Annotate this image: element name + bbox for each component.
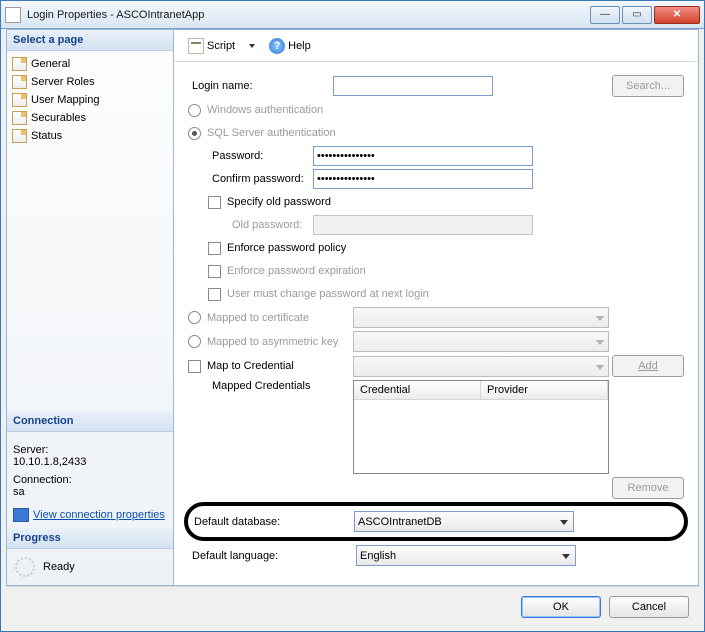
view-connection-properties-link[interactable]: View connection properties: [13, 508, 167, 522]
windows-auth-label: Windows authentication: [207, 104, 323, 116]
page-icon: [12, 129, 27, 143]
dialog-window: Login Properties - ASCOIntranetApp — ▭ ✕…: [0, 0, 705, 632]
script-label: Script: [207, 40, 235, 52]
confirm-password-label: Confirm password:: [188, 173, 313, 185]
mapped-certificate-radio: [188, 311, 201, 324]
must-change-password-label: User must change password at next login: [227, 288, 429, 300]
maximize-button[interactable]: ▭: [622, 6, 652, 24]
page-icon: [12, 93, 27, 107]
password-input[interactable]: [313, 146, 533, 166]
cancel-button[interactable]: Cancel: [609, 596, 689, 618]
script-dropdown-icon[interactable]: [249, 44, 255, 48]
main-panel: Script ? Help Login name: Search...: [174, 29, 699, 586]
default-database-label: Default database:: [194, 516, 354, 528]
connection-info: Server: 10.10.1.8,2433 Connection: sa Vi…: [7, 432, 173, 528]
map-credential-label: Map to Credential: [207, 360, 353, 372]
col-provider: Provider: [481, 381, 608, 400]
link-label: View connection properties: [33, 509, 165, 521]
page-icon: [12, 111, 27, 125]
progress-header: Progress: [7, 528, 173, 549]
sidebar-item-general[interactable]: General: [9, 55, 171, 73]
map-credential-checkbox[interactable]: [188, 360, 201, 373]
enforce-policy-label: Enforce password policy: [227, 242, 346, 254]
credentials-table[interactable]: Credential Provider: [353, 380, 609, 474]
default-language-value: English: [360, 550, 396, 562]
help-icon: ?: [269, 38, 285, 54]
sidebar-item-user-mapping[interactable]: User Mapping: [9, 91, 171, 109]
enforce-policy-checkbox[interactable]: [208, 242, 221, 255]
app-icon: [5, 7, 21, 23]
login-name-input[interactable]: [333, 76, 493, 96]
server-label: Server:: [13, 444, 167, 456]
old-password-input: [313, 215, 533, 235]
sidebar-item-status[interactable]: Status: [9, 127, 171, 145]
progress-spinner-icon: [15, 557, 35, 577]
dialog-footer: OK Cancel: [6, 586, 699, 626]
sql-auth-radio: [188, 127, 201, 140]
enforce-expiration-label: Enforce password expiration: [227, 265, 366, 277]
default-database-value: ASCOIntranetDB: [358, 516, 442, 528]
close-button[interactable]: ✕: [654, 6, 700, 24]
page-icon: [12, 75, 27, 89]
search-button: Search...: [612, 75, 684, 97]
page-icon: [12, 57, 27, 71]
sidebar: Select a page General Server Roles User …: [6, 29, 174, 586]
sidebar-item-label: General: [31, 58, 70, 70]
password-label: Password:: [188, 150, 313, 162]
credentials-header: Credential Provider: [354, 381, 608, 400]
confirm-password-input[interactable]: [313, 169, 533, 189]
window-buttons: — ▭ ✕: [588, 6, 700, 24]
specify-old-password-label: Specify old password: [227, 196, 331, 208]
connection-icon: [13, 508, 29, 522]
titlebar[interactable]: Login Properties - ASCOIntranetApp — ▭ ✕: [1, 1, 704, 29]
default-database-highlight: Default database: ASCOIntranetDB: [184, 502, 688, 541]
default-database-combo[interactable]: ASCOIntranetDB: [354, 511, 574, 532]
connection-value: sa: [13, 486, 167, 498]
page-list: General Server Roles User Mapping Secura…: [7, 51, 173, 149]
connection-label: Connection:: [13, 474, 167, 486]
minimize-button[interactable]: —: [590, 6, 620, 24]
sidebar-item-securables[interactable]: Securables: [9, 109, 171, 127]
enforce-expiration-checkbox: [208, 265, 221, 278]
mapped-certificate-label: Mapped to certificate: [207, 312, 353, 324]
script-icon: [188, 38, 204, 54]
form-area: Login name: Search... Windows authentica…: [174, 62, 698, 585]
mapped-asymmetric-label: Mapped to asymmetric key: [207, 336, 353, 348]
window-title: Login Properties - ASCOIntranetApp: [27, 9, 588, 21]
default-language-combo[interactable]: English: [356, 545, 576, 566]
script-button[interactable]: Script: [184, 36, 239, 56]
must-change-password-checkbox: [208, 288, 221, 301]
select-page-header: Select a page: [7, 30, 173, 51]
toolbar: Script ? Help: [174, 30, 698, 62]
sql-auth-label: SQL Server authentication: [207, 127, 336, 139]
old-password-label: Old password:: [188, 219, 313, 231]
help-button[interactable]: ? Help: [265, 36, 315, 56]
mapped-credentials-label: Mapped Credentials: [188, 380, 353, 392]
col-credential: Credential: [354, 381, 481, 400]
specify-old-password-checkbox[interactable]: [208, 196, 221, 209]
sidebar-item-label: Status: [31, 130, 62, 142]
credential-combo: [353, 356, 609, 377]
certificate-combo: [353, 307, 609, 328]
windows-auth-radio: [188, 104, 201, 117]
mapped-asymmetric-radio: [188, 335, 201, 348]
sidebar-item-label: Securables: [31, 112, 86, 124]
progress-status: Ready: [43, 561, 75, 573]
add-credential-button: Add: [612, 355, 684, 377]
sidebar-item-label: Server Roles: [31, 76, 95, 88]
sidebar-item-server-roles[interactable]: Server Roles: [9, 73, 171, 91]
server-value: 10.10.1.8,2433: [13, 456, 167, 468]
default-language-label: Default language:: [188, 550, 356, 562]
help-label: Help: [288, 40, 311, 52]
login-name-label: Login name:: [188, 80, 333, 92]
connection-header: Connection: [7, 411, 173, 432]
asymmetric-key-combo: [353, 331, 609, 352]
ok-button[interactable]: OK: [521, 596, 601, 618]
remove-credential-button: Remove: [612, 477, 684, 499]
sidebar-item-label: User Mapping: [31, 94, 99, 106]
progress-body: Ready: [7, 549, 173, 585]
